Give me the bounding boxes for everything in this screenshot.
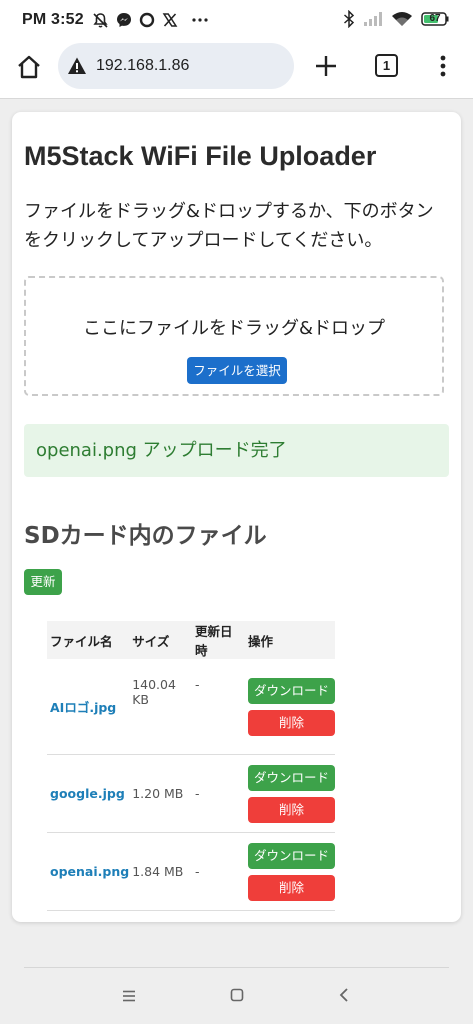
delete-button[interactable]: 削除 — [248, 874, 335, 901]
table-header-row: ファイル名 サイズ 更新日時 操作 — [47, 621, 335, 659]
file-size-cell: 140.04 KB — [129, 659, 193, 755]
browser-toolbar: 192.168.1.86 1 — [0, 40, 473, 99]
file-modified-cell: - — [192, 832, 245, 911]
status-time: PM 3:52 — [22, 11, 84, 28]
file-size-cell: 1.84 MB — [129, 832, 193, 911]
signal-icon — [363, 11, 383, 27]
back-chevron-icon[interactable] — [338, 987, 350, 1003]
download-button[interactable]: ダウンロード — [248, 764, 335, 791]
table-row: openai.png 1.84 MB - ダウンロード 削除 — [47, 832, 335, 911]
file-link[interactable]: google.jpg — [50, 786, 125, 801]
choose-file-button[interactable]: ファイルを選択 — [187, 357, 287, 384]
x-app-icon — [162, 12, 178, 28]
warning-icon[interactable] — [67, 56, 87, 76]
bluetooth-icon — [343, 10, 355, 28]
col-size: サイズ — [129, 621, 193, 659]
plus-icon[interactable] — [314, 54, 338, 78]
file-name-cell: AIロゴ.jpg — [47, 659, 130, 755]
file-table: ファイル名 サイズ 更新日時 操作 AIロゴ.jpg 140.04 KB - ダ… — [47, 621, 335, 911]
download-button[interactable]: ダウンロード — [248, 842, 335, 869]
messenger-icon — [116, 12, 132, 28]
battery-level: 67 — [429, 13, 441, 24]
file-actions-cell: ダウンロード 削除 — [245, 659, 335, 755]
file-actions-cell: ダウンロード 削除 — [245, 754, 335, 833]
delete-button[interactable]: 削除 — [248, 709, 335, 736]
wifi-icon — [391, 11, 413, 27]
tabs-icon[interactable]: 1 — [375, 54, 398, 77]
refresh-button[interactable]: 更新 — [24, 569, 62, 595]
status-bar: PM 3:52 67 — [0, 0, 473, 40]
menu-icon[interactable] — [440, 54, 446, 78]
page-title: M5Stack WiFi File Uploader — [24, 141, 377, 171]
upload-success-message: openai.png アップロード完了 — [24, 424, 449, 477]
url-text[interactable]: 192.168.1.86 — [96, 57, 189, 75]
page-card: M5Stack WiFi File Uploader ファイルをドラッグ&ドロッ… — [12, 112, 461, 922]
muted-icon — [92, 12, 109, 29]
drop-zone-label: ここにファイルをドラッグ&ドロップ — [82, 318, 386, 339]
file-modified-cell: - — [192, 754, 245, 833]
file-name-cell: openai.png — [47, 832, 130, 911]
notification-icons — [92, 12, 209, 29]
instructions-text: ファイルをドラッグ&ドロップするか、下のボタンをクリックしてアップロードしてくだ… — [24, 201, 434, 251]
delete-button[interactable]: 削除 — [248, 796, 335, 823]
file-size-cell: 1.20 MB — [129, 754, 193, 833]
system-icons: 67 — [343, 10, 449, 28]
col-file-name: ファイル名 — [47, 621, 130, 659]
file-modified-cell: - — [192, 659, 245, 755]
more-dots-icon — [191, 17, 209, 23]
drop-zone[interactable]: ここにファイルをドラッグ&ドロップ ファイルを選択 — [24, 276, 444, 396]
circle-app-icon — [139, 12, 155, 28]
file-link[interactable]: openai.png — [50, 864, 129, 879]
home-square-icon[interactable] — [230, 988, 244, 1002]
address-bar[interactable]: 192.168.1.86 — [58, 43, 294, 89]
recents-menu-icon[interactable] — [122, 990, 136, 1002]
table-row: AIロゴ.jpg 140.04 KB - ダウンロード 削除 — [47, 659, 335, 755]
table-row: google.jpg 1.20 MB - ダウンロード 削除 — [47, 754, 335, 833]
download-button[interactable]: ダウンロード — [248, 677, 335, 704]
home-icon[interactable] — [16, 54, 42, 80]
system-nav-bar — [0, 968, 473, 1024]
col-actions: 操作 — [245, 621, 335, 659]
col-modified: 更新日時 — [192, 621, 245, 659]
sd-files-heading: SDカード内のファイル — [24, 523, 267, 549]
battery-icon: 67 — [421, 12, 449, 26]
file-link[interactable]: AIロゴ.jpg — [50, 700, 116, 715]
file-actions-cell: ダウンロード 削除 — [245, 832, 335, 911]
file-name-cell: google.jpg — [47, 754, 130, 833]
